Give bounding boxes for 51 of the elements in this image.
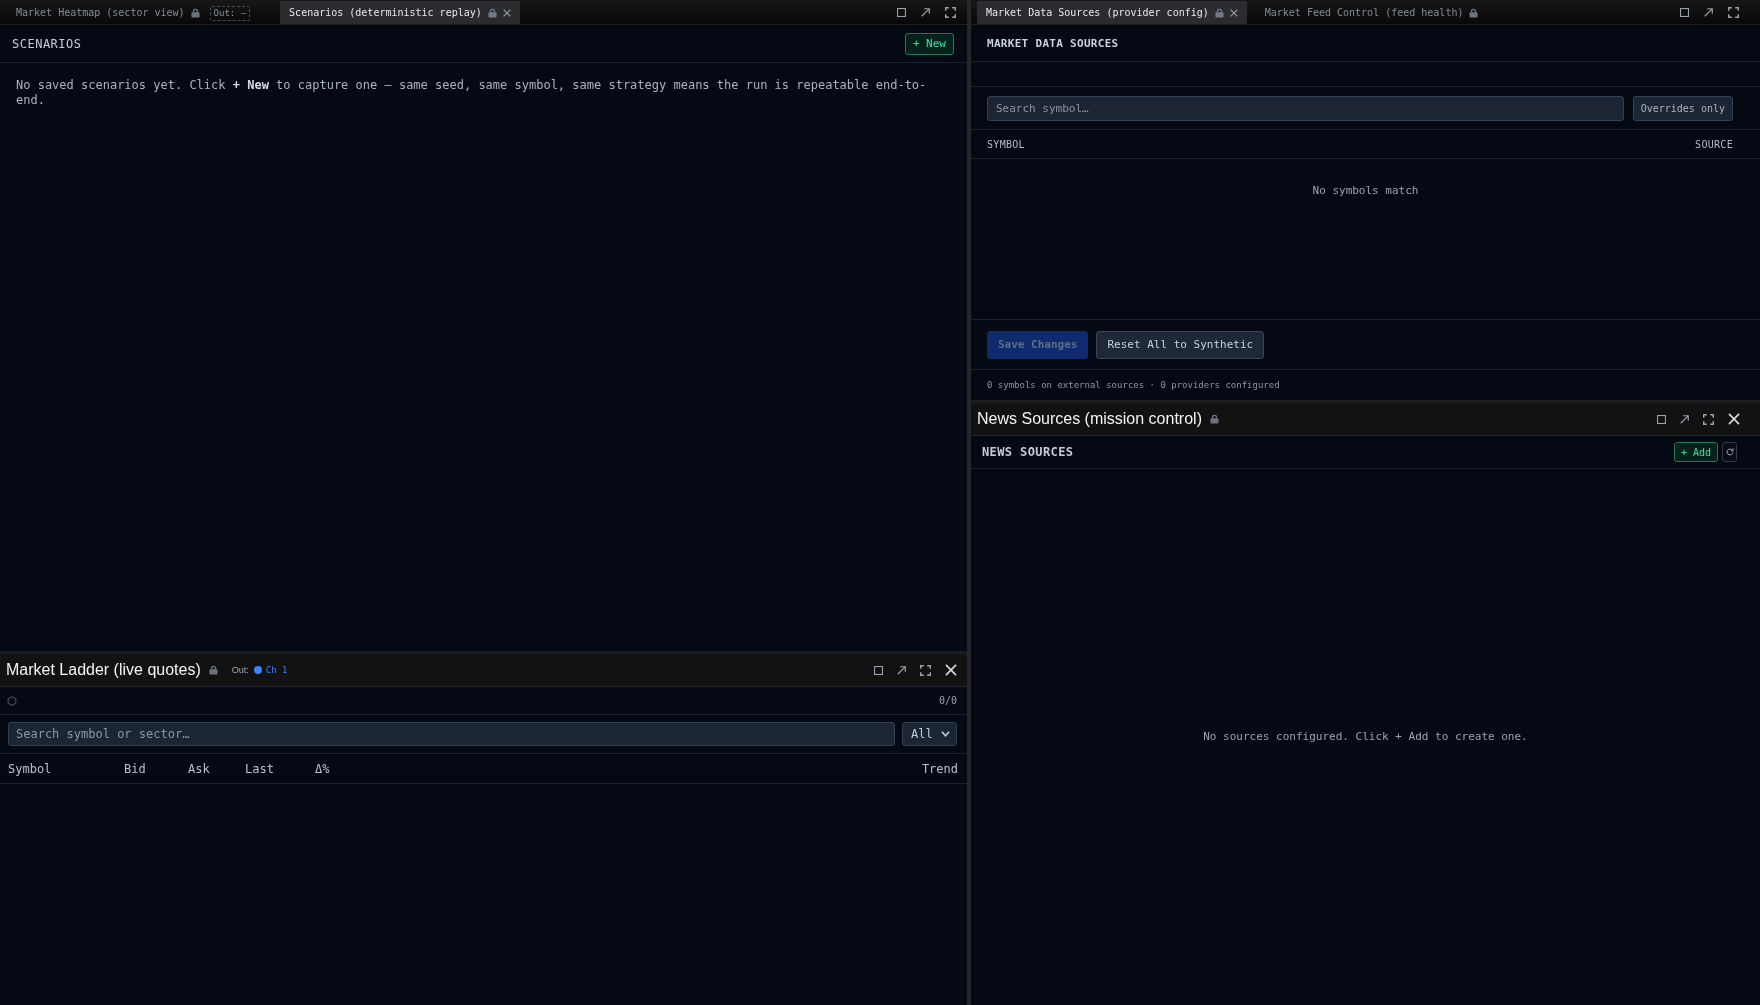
output-label: Out: [231,665,249,675]
tab[interactable]: Market Heatmap (sector view) [6,1,210,24]
fullscreen-icon[interactable] [945,6,956,18]
search-field[interactable]: Search symbol or sector… [8,722,895,746]
diagonal-arrow-icon[interactable] [897,665,906,675]
close-icon[interactable] [1728,413,1740,425]
empty-message: No sources configured. Click + Add to create one. [1203,730,1528,744]
column-header: Δ% [315,761,330,776]
status-text: 0 symbols on external sources · 0 providers configured [987,380,1280,390]
action-button[interactable]: Reset All to Synthetic [1096,330,1265,359]
square-icon[interactable] [897,7,906,17]
search-field[interactable]: Search symbol… [987,95,1624,121]
hexagon-icon [7,695,17,706]
fullscreen-icon[interactable] [920,664,931,676]
column-header: Trend [921,761,958,776]
overrides-toggle[interactable]: Overrides only [1632,95,1733,121]
empty-message: No saved scenarios yet. Click + New to capture one — same seed, same symbol, same strategy means the run is repeatable end-to-end. [15,77,928,109]
section-title: MARKET DATA SOURCES [987,36,1119,50]
column-header: Last [245,761,274,776]
section-title: NEWS SOURCES [982,445,1074,459]
square-icon[interactable] [874,665,883,675]
new-button[interactable]: + New [904,32,954,55]
quote-count: 0/0 [938,695,957,706]
diagonal-arrow-icon[interactable] [1704,7,1713,17]
fullscreen-icon[interactable] [1728,6,1739,18]
diagonal-arrow-icon[interactable] [1680,414,1689,424]
column-header: Symbol [8,761,52,776]
square-icon[interactable] [1657,414,1666,424]
column-header: SYMBOL [987,138,1025,150]
square-icon[interactable] [1680,7,1689,17]
column-header: SOURCE [1695,138,1733,150]
tab[interactable]: Market Data Sources (provider config) [977,1,1247,24]
tab[interactable]: Market Feed Control (feed health) [1254,1,1489,24]
refresh-icon [1725,448,1734,456]
tab[interactable]: Scenarios (deterministic replay) [280,1,520,24]
status-dot-icon [253,666,262,674]
channel-label: Ch 1 [265,665,288,675]
panel-title: News Sources (mission control) [977,410,1202,428]
diagonal-arrow-icon[interactable] [921,7,930,17]
refresh-button[interactable] [1722,442,1737,462]
chevron-down-icon [941,731,950,737]
column-header: Ask [188,761,210,776]
panel-title: Market Ladder (live quotes) [6,661,201,679]
fullscreen-icon[interactable] [1703,413,1714,425]
output-badge: Out: – [209,5,251,21]
section-title: SCENARIOS [12,36,82,51]
column-header: Bid [124,761,146,776]
filter-dropdown[interactable]: All [902,722,957,746]
close-icon[interactable] [945,664,957,676]
add-button[interactable]: + Add [1673,442,1718,462]
empty-message: No symbols match [1312,184,1419,198]
